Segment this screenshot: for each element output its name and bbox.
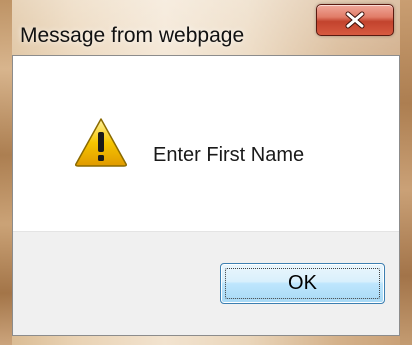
dialog-message: Enter First Name	[153, 144, 305, 166]
close-button[interactable]	[316, 4, 394, 36]
window-title: Message from webpage	[20, 24, 245, 47]
dialog-body: Enter First Name OK	[12, 55, 400, 336]
warning-icon	[75, 118, 127, 167]
focus-rectangle	[225, 268, 380, 299]
ok-button[interactable]: OK	[220, 263, 385, 304]
close-icon	[345, 11, 365, 29]
